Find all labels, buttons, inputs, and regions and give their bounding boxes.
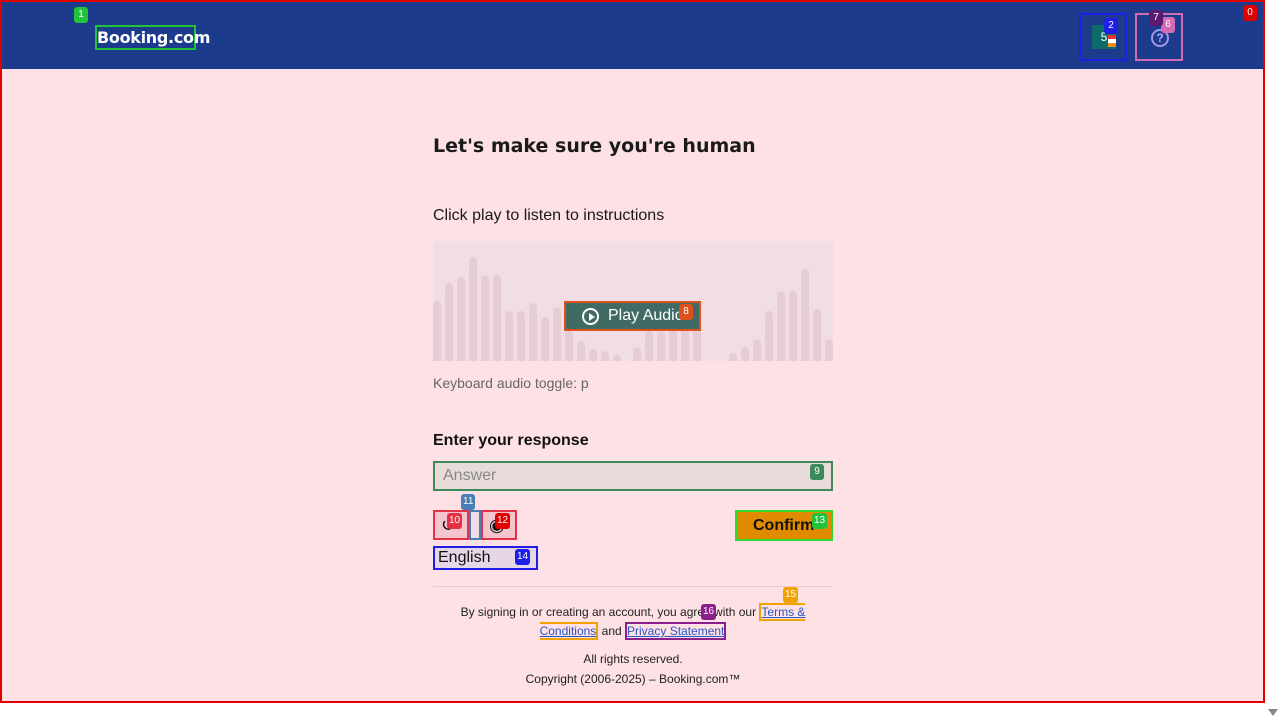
- waveform-bar: [777, 291, 785, 361]
- response-label: Enter your response: [433, 432, 589, 449]
- waveform-bar: [753, 339, 761, 361]
- waveform-bar: [801, 269, 809, 361]
- waveform-bar: [577, 341, 585, 361]
- privacy-link[interactable]: Privacy Statement: [625, 622, 727, 640]
- divider-handle[interactable]: [469, 510, 481, 540]
- footer-divider: [433, 586, 833, 587]
- waveform-bar: [645, 331, 653, 361]
- copyright-text: Copyright (2006-2025) – Booking.com™: [525, 672, 741, 686]
- waveform-bar: [469, 257, 477, 361]
- overlay-tag: 2: [1104, 18, 1118, 34]
- top-header: Booking.com 5 ?: [2, 2, 1263, 69]
- overlay-tag: 11: [461, 494, 476, 510]
- waveform-bar: [493, 275, 501, 361]
- waveform-bar: [553, 307, 561, 361]
- waveform-bar: [445, 283, 453, 361]
- play-audio-label: Play Audio: [608, 307, 684, 324]
- play-circle-icon: [582, 308, 599, 325]
- waveform-bar: [613, 355, 621, 361]
- overlay-tag: 0: [1243, 5, 1257, 21]
- waveform-bar: [657, 331, 665, 361]
- page-title: Let's make sure you're human: [433, 135, 756, 157]
- overlay-tag: 14: [515, 549, 531, 565]
- waveform-bar: [765, 311, 773, 361]
- audio-instructions: Click play to listen to instructions: [433, 207, 665, 224]
- waveform-bar: [729, 353, 737, 361]
- overlay-tag: 8: [679, 304, 693, 320]
- waveform-bar: [541, 317, 549, 361]
- rights-text: All rights reserved.: [583, 652, 683, 666]
- waveform-bar: [825, 339, 833, 361]
- overlay-tag: 13: [812, 513, 828, 529]
- overlay-tag: 10: [447, 513, 463, 529]
- flag-stripes-icon: [1108, 35, 1116, 47]
- overlay-tag: 1: [74, 7, 88, 23]
- waveform-bar: [813, 309, 821, 361]
- booking-logo[interactable]: Booking.com: [95, 25, 210, 50]
- waveform-bar: [601, 351, 609, 361]
- language-selector-button[interactable]: 5: [1079, 13, 1127, 61]
- waveform-bar: [505, 311, 513, 361]
- waveform-bar: [565, 331, 573, 361]
- overlay-tag: 12: [495, 513, 511, 529]
- waveform-bar: [481, 275, 489, 361]
- keyboard-toggle-hint: Keyboard audio toggle: p: [433, 375, 589, 391]
- waveform-bar: [789, 291, 797, 361]
- waveform-bar: [589, 349, 597, 361]
- waveform-bar: [457, 277, 465, 361]
- waveform-bar: [433, 301, 441, 361]
- overlay-tag: 7: [1149, 10, 1163, 26]
- overlay-tag: 15: [783, 587, 799, 603]
- overlay-tag: 9: [810, 464, 824, 480]
- legal-and: and: [601, 624, 622, 638]
- scroll-down-arrow-icon[interactable]: [1268, 709, 1278, 716]
- legal-text: By signing in or creating an account, yo…: [433, 603, 833, 641]
- waveform-bar: [517, 311, 525, 361]
- overlay-tag: 16: [701, 604, 717, 620]
- answer-input[interactable]: [433, 461, 833, 491]
- waveform-bar: [529, 303, 537, 361]
- browser-viewport: Booking.com 5 ? Let's make sure you're h…: [0, 0, 1265, 703]
- overlay-tag: 6: [1161, 17, 1175, 33]
- waveform-bar: [741, 347, 749, 361]
- waveform-bar: [633, 347, 641, 361]
